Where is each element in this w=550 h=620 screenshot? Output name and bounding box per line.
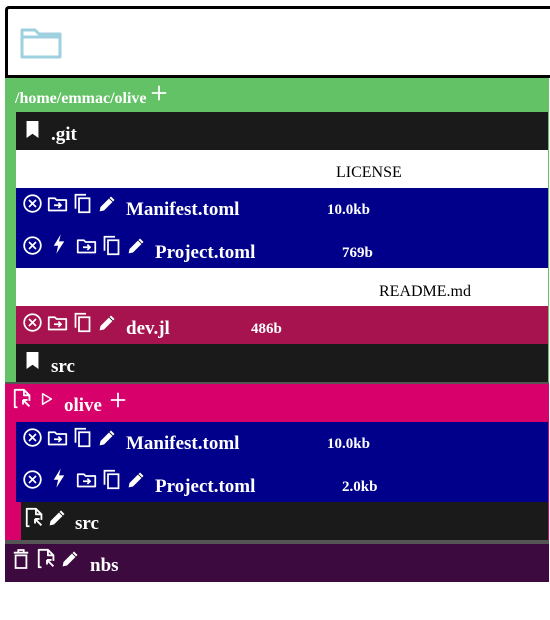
- file-size: 10.0kb: [327, 436, 370, 452]
- copy-icon[interactable]: [101, 235, 122, 256]
- directory-name[interactable]: nbs: [90, 556, 119, 575]
- file-name[interactable]: Manifest.toml: [126, 434, 239, 453]
- file-size: 10.0kb: [327, 202, 370, 218]
- directory-nbs[interactable]: [5, 544, 549, 582]
- bolt-icon[interactable]: [52, 467, 66, 489]
- copy-icon[interactable]: [72, 193, 93, 214]
- open-file-icon[interactable]: [36, 548, 58, 570]
- copy-icon[interactable]: [72, 312, 93, 333]
- file-name[interactable]: Project.toml: [155, 243, 255, 262]
- bolt-icon[interactable]: [52, 233, 66, 255]
- edit-icon[interactable]: [126, 235, 147, 256]
- copy-icon[interactable]: [101, 469, 122, 490]
- directory-name[interactable]: olive: [64, 396, 102, 415]
- move-icon[interactable]: [47, 427, 68, 448]
- open-file-icon[interactable]: [24, 507, 46, 529]
- edit-icon[interactable]: [126, 469, 147, 490]
- delete-icon[interactable]: [22, 427, 43, 448]
- file-name[interactable]: README.md: [379, 284, 471, 300]
- bookmark-icon: [24, 119, 41, 140]
- edit-icon[interactable]: [97, 312, 118, 333]
- file-row-src[interactable]: [21, 502, 548, 540]
- file-row-git[interactable]: [16, 112, 548, 150]
- file-name[interactable]: Manifest.toml: [126, 200, 239, 219]
- play-icon[interactable]: [40, 392, 54, 406]
- plus-icon[interactable]: [109, 391, 127, 409]
- trash-icon[interactable]: [12, 548, 30, 570]
- bookmark-icon: [24, 350, 41, 371]
- file-name[interactable]: src: [75, 514, 99, 533]
- move-icon[interactable]: [47, 312, 68, 333]
- directory-path: /home/emmac/olive: [15, 90, 147, 107]
- delete-icon[interactable]: [22, 235, 43, 256]
- delete-icon[interactable]: [22, 193, 43, 214]
- edit-icon[interactable]: [97, 427, 118, 448]
- file-name[interactable]: Project.toml: [155, 477, 255, 496]
- toolbar: [5, 6, 550, 78]
- file-name[interactable]: src: [51, 357, 75, 376]
- file-name[interactable]: dev.jl: [126, 319, 170, 338]
- file-size: 2.0kb: [342, 479, 378, 495]
- file-name[interactable]: .git: [51, 125, 77, 144]
- file-row-manifest[interactable]: [16, 188, 548, 229]
- file-name[interactable]: LICENSE: [336, 165, 402, 181]
- move-icon[interactable]: [76, 235, 97, 256]
- move-icon[interactable]: [47, 193, 68, 214]
- file-row-license[interactable]: [16, 150, 548, 188]
- folder-icon[interactable]: [19, 24, 63, 60]
- edit-icon[interactable]: [60, 548, 81, 569]
- open-file-icon[interactable]: [12, 388, 34, 410]
- delete-icon[interactable]: [22, 469, 43, 490]
- plus-icon[interactable]: [150, 84, 168, 102]
- copy-icon[interactable]: [72, 427, 93, 448]
- file-row-manifest[interactable]: [16, 422, 548, 462]
- edit-icon[interactable]: [47, 507, 68, 528]
- edit-icon[interactable]: [97, 193, 118, 214]
- delete-icon[interactable]: [22, 312, 43, 333]
- file-row-dev[interactable]: [16, 306, 548, 344]
- move-icon[interactable]: [76, 469, 97, 490]
- file-size: 769b: [342, 245, 373, 261]
- file-row-src[interactable]: [16, 344, 548, 382]
- file-size: 486b: [251, 321, 282, 337]
